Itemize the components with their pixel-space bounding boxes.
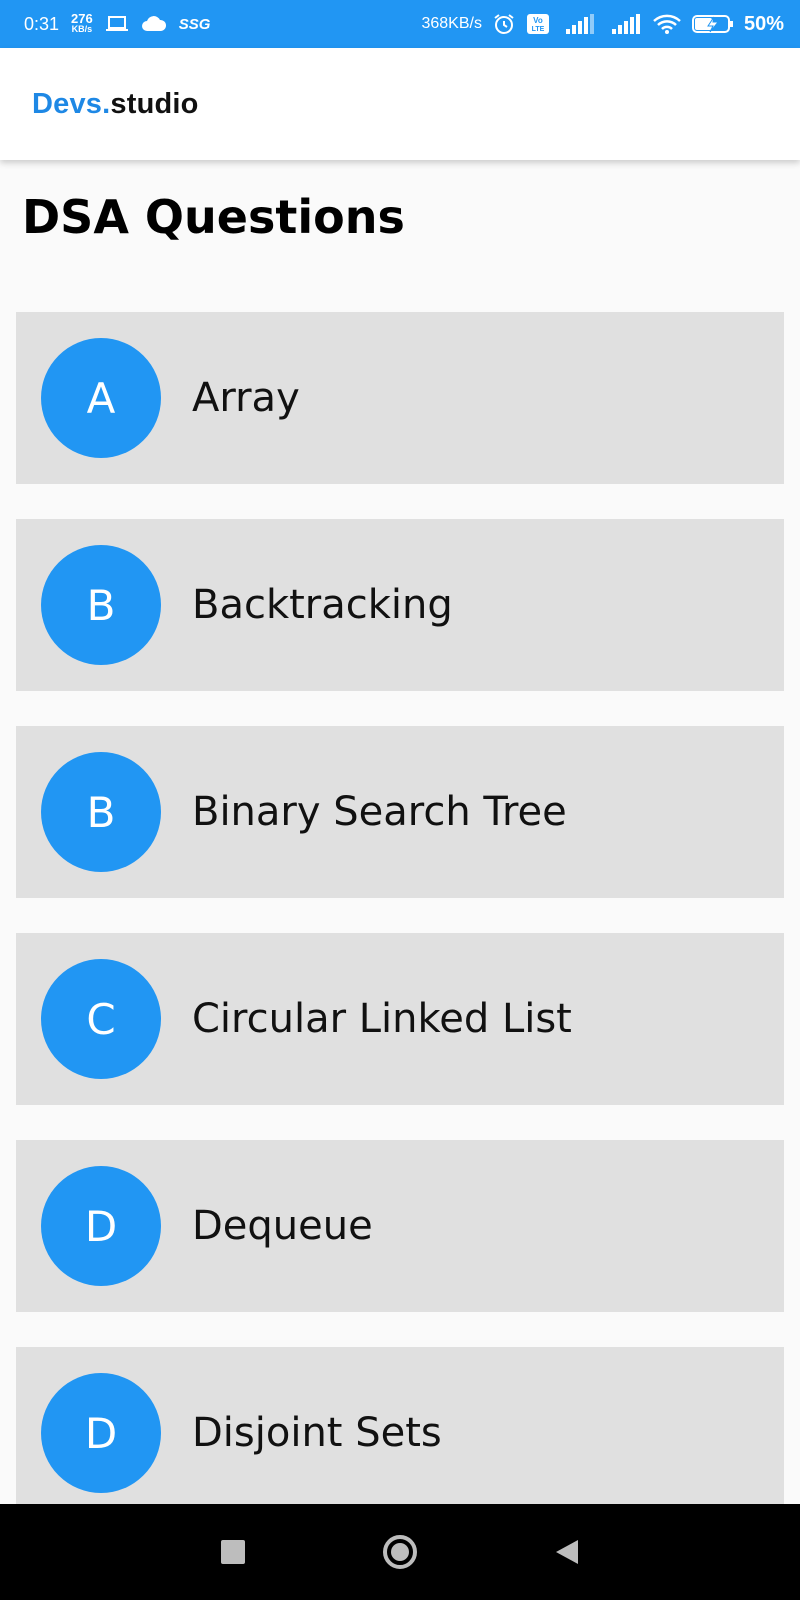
page-title: DSA Questions xyxy=(22,190,405,244)
brand-accent: Devs. xyxy=(32,87,111,120)
topic-card[interactable]: A Array xyxy=(16,312,784,484)
status-time: 0:31 xyxy=(24,13,60,34)
volte-icon: Vo LTE xyxy=(526,13,550,35)
topic-label: Circular Linked List xyxy=(192,996,572,1042)
topic-label: Backtracking xyxy=(192,582,453,628)
wifi-icon xyxy=(652,13,682,35)
status-bar: 0:31 276 KB/s SSG 368KB/s Vo LTE 50% xyxy=(0,0,800,48)
net-speed-indicator: 276 KB/s xyxy=(71,11,93,35)
home-circle-icon[interactable] xyxy=(370,1522,430,1582)
svg-text:Vo: Vo xyxy=(533,16,543,25)
topic-card[interactable]: C Circular Linked List xyxy=(16,933,784,1105)
topic-card[interactable]: B Binary Search Tree xyxy=(16,726,784,898)
status-right-group: 368KB/s Vo LTE 50% xyxy=(421,12,784,36)
topic-avatar: B xyxy=(41,545,161,665)
battery-percentage: 50% xyxy=(743,12,784,35)
carrier-tag: SSG xyxy=(178,15,211,33)
topic-label: Array xyxy=(192,375,300,421)
alarm-icon xyxy=(492,12,516,36)
main-content: DSA Questions A Array B Backtracking B B… xyxy=(0,160,800,1504)
topic-label: Disjoint Sets xyxy=(192,1410,442,1456)
back-triangle-icon[interactable] xyxy=(537,1522,597,1582)
topic-card[interactable]: D Dequeue xyxy=(16,1140,784,1312)
recents-square-icon[interactable] xyxy=(203,1522,263,1582)
topic-list: A Array B Backtracking B Binary Search T… xyxy=(16,312,784,1504)
topic-card[interactable]: B Backtracking xyxy=(16,519,784,691)
topic-avatar: D xyxy=(41,1373,161,1493)
signal-icon xyxy=(560,13,600,35)
brand-rest: studio xyxy=(110,87,199,120)
net-speed-value: 276 xyxy=(71,11,93,26)
data-rate: 368KB/s xyxy=(421,15,482,32)
battery-charging-icon xyxy=(691,13,734,35)
topic-avatar: B xyxy=(41,752,161,872)
topic-label: Dequeue xyxy=(192,1203,373,1249)
topic-card[interactable]: D Disjoint Sets xyxy=(16,1347,784,1504)
topic-avatar: C xyxy=(41,959,161,1079)
status-left-group: 0:31 276 KB/s SSG xyxy=(24,11,211,35)
app-bar: Devs.studio xyxy=(0,48,800,160)
svg-text:LTE: LTE xyxy=(532,26,545,33)
brand-logo: Devs.studio xyxy=(32,88,199,121)
laptop-icon xyxy=(105,15,129,33)
topic-avatar: A xyxy=(41,338,161,458)
signal-icon xyxy=(610,13,642,35)
topic-label: Binary Search Tree xyxy=(192,789,567,835)
net-speed-unit: KB/s xyxy=(71,24,93,34)
cloud-icon xyxy=(141,15,167,33)
system-nav-bar xyxy=(0,1504,800,1600)
topic-avatar: D xyxy=(41,1166,161,1286)
